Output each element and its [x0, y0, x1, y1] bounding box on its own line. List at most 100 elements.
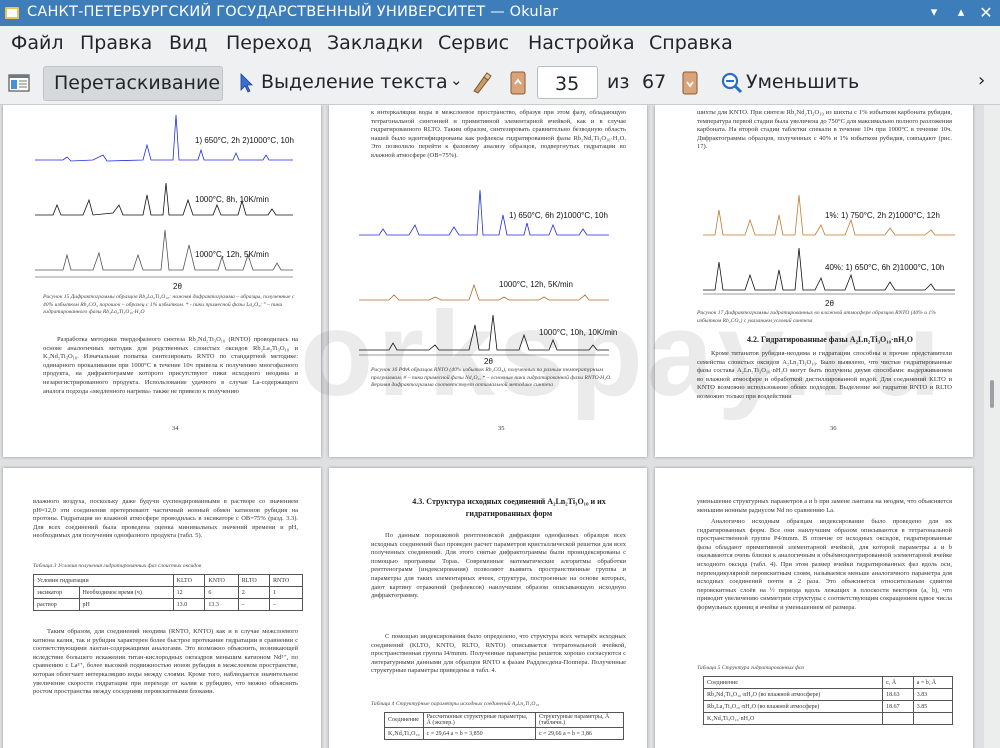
- text-selection-tool-button[interactable]: Выделение текста: [261, 71, 448, 93]
- table-cell: c = 29,64 a = b = 3,850: [422, 727, 536, 740]
- table-row: раствор pH 13.0 13.3 – –: [33, 598, 304, 611]
- body-text-2-38: С помощью индексирования было определено…: [371, 633, 626, 675]
- vertical-scrollbar[interactable]: [984, 105, 1000, 748]
- hydration-conditions-table: Условия гидратации KLTO KNTO RLTO RNTO э…: [33, 574, 304, 611]
- zoom-out-button[interactable]: Уменьшить: [746, 71, 859, 93]
- scrollbar-thumb[interactable]: [990, 380, 994, 408]
- sidebar-toggle-icon[interactable]: [8, 73, 30, 93]
- section-heading-4-3: 4.3. Структура исходных соединений A₂Ln₂…: [412, 497, 606, 518]
- table-cell: 13.0: [172, 598, 206, 611]
- menu-help[interactable]: Справка: [649, 32, 733, 54]
- chevron-down-icon[interactable]: ⌄: [450, 71, 463, 89]
- title-bar: САНКТ-ПЕТЕРБУРГСКИЙ ГОСУДАРСТВЕННЫЙ УНИВ…: [0, 0, 1000, 26]
- table-cell: [882, 712, 914, 725]
- page-38: 4.3. Структура исходных соединений A₂Ln₂…: [329, 468, 647, 748]
- table-header-cell: Соединение: [384, 712, 424, 728]
- table-header-row: Соединение Рассчитанные структурные пара…: [384, 712, 625, 728]
- body-text-37: Таким образом, для соединений неодима (R…: [33, 628, 298, 696]
- table-cell: Rb₂La₂Ti₃O₁₀·nH₂O (во влажной атмосфере): [702, 700, 884, 713]
- table-cell: эксикатор: [33, 586, 80, 599]
- body-text-34: Разработка методики твердофазного синтез…: [43, 336, 298, 395]
- body-text-top-37: влажного воздуха, поскольку даже будучи …: [33, 498, 298, 540]
- main-toolbar: Перетаскивание Выделение текста ⌄ 35 из …: [0, 62, 1000, 105]
- table-cell: 1: [268, 586, 304, 599]
- previous-page-icon[interactable]: [510, 71, 526, 95]
- table-row: Rb₂La₂Ti₃O₁₀·nH₂O (во влажной атмосфере)…: [702, 700, 954, 713]
- table-cell: 18.67: [882, 700, 914, 713]
- document-view[interactable]: 1) 650°C, 2h 2)1000°C, 10h 1000°C, 8h, 1…: [0, 105, 1000, 748]
- watermark: orkspay.ru: [300, 287, 945, 421]
- table-cell: K₂Nd₂Ti₃O₁₀: [384, 727, 424, 740]
- minimize-icon[interactable]: ▾: [924, 3, 944, 23]
- table-header-row: Условия гидратации KLTO KNTO RLTO RNTO: [33, 574, 304, 587]
- page-total-label: 67: [642, 71, 667, 93]
- table-header-row: Соединение c, Å a = b, Å: [702, 676, 954, 689]
- body-text-39: Аналогично исходным образцам индексирова…: [697, 518, 952, 611]
- body-text-top-35: к интеркаляции воды в межслоевое простра…: [371, 109, 626, 159]
- browse-tool-label: Перетаскивание: [54, 72, 221, 94]
- structure-params-table: Соединение Рассчитанные структурные пара…: [384, 712, 625, 740]
- table-row: K₂Nd₂Ti₃O₁₀·nH₂O: [702, 712, 954, 725]
- table-header-cell: RLTO: [237, 574, 270, 587]
- table-header-cell: Структурные параметры, Å (табличн.): [534, 712, 625, 728]
- table-cell: –: [237, 598, 270, 611]
- menu-edit[interactable]: Правка: [80, 32, 152, 54]
- xrd-label-1-34: 1) 650°C, 2h 2)1000°C, 10h: [195, 136, 294, 145]
- table-header-cell: c, Å: [882, 676, 914, 689]
- xrd-label-3-34: 1000°C, 12h, 5K/min: [195, 250, 269, 259]
- menu-file[interactable]: Файл: [11, 32, 64, 54]
- browse-tool-button[interactable]: Перетаскивание: [43, 66, 223, 101]
- xrd-label-1-36: 1%: 1) 750°C, 2h 2)1000°C, 12h: [825, 211, 940, 220]
- table-row: Rb₂Nd₂Ti₃O₁₀·nH₂O (во влажной атмосфере)…: [702, 688, 954, 701]
- menu-view[interactable]: Вид: [169, 32, 208, 54]
- table-caption-37: Таблица 3 Условия получения гидратирован…: [33, 563, 202, 569]
- xrd-label-2-34: 1000°C, 8h, 10K/min: [195, 195, 269, 204]
- zoom-out-icon[interactable]: [721, 72, 743, 94]
- table-cell: pH: [78, 598, 174, 611]
- menu-bookmarks[interactable]: Закладки: [327, 32, 423, 54]
- body-text-top-39: уменьшение структурных параметров a и b …: [697, 498, 952, 514]
- body-text-38: По данным порошковой рентгеновской дифра…: [371, 532, 626, 600]
- page-39: уменьшение структурных параметров a и b …: [655, 468, 973, 748]
- table-header-cell: Условия гидратации: [33, 574, 174, 587]
- menu-go[interactable]: Переход: [226, 32, 312, 54]
- menu-settings[interactable]: Настройка: [528, 32, 635, 54]
- close-icon[interactable]: ✕: [976, 3, 996, 23]
- table-cell: 13.3: [204, 598, 239, 611]
- menu-bar: Файл Правка Вид Переход Закладки Сервис …: [0, 26, 1000, 62]
- table-cell: K₂Nd₂Ti₃O₁₀·nH₂O: [702, 712, 884, 725]
- toolbar-overflow-icon[interactable]: ›: [978, 70, 985, 91]
- xrd-label-2-36: 40%: 1) 650°C, 6h 2)1000°C, 10h: [825, 263, 944, 272]
- page-number-35: 35: [498, 425, 505, 432]
- table-cell: 3.83: [912, 688, 954, 701]
- table-cell: 12: [172, 586, 206, 599]
- table-header-cell: KLTO: [172, 574, 206, 587]
- table-cell: Rb₂Nd₂Ti₃O₁₀·nH₂O (во влажной атмосфере): [702, 688, 884, 701]
- xrd-axis-34: 2θ: [173, 282, 182, 291]
- highlighter-icon[interactable]: [470, 71, 496, 95]
- text-cursor-icon: [240, 73, 253, 93]
- okular-app-icon: [5, 7, 19, 19]
- window-title: САНКТ-ПЕТЕРБУРГСКИЙ ГОСУДАРСТВЕННЫЙ УНИВ…: [27, 4, 559, 20]
- page-number-34: 34: [172, 425, 179, 432]
- page-number-36: 36: [830, 425, 837, 432]
- table-cell: 6: [204, 586, 239, 599]
- table-cell: 18.63: [882, 688, 914, 701]
- page-37: влажного воздуха, поскольку даже будучи …: [3, 468, 321, 748]
- table-header-cell: Рассчитанные структурные параметры, Å (э…: [422, 712, 536, 728]
- next-page-icon[interactable]: [682, 71, 698, 95]
- page-number-value: 35: [555, 73, 580, 95]
- table-cell: 3.85: [912, 700, 954, 713]
- table-cell: –: [268, 598, 304, 611]
- table-header-cell: a = b, Å: [912, 676, 954, 689]
- table-row: K₂Nd₂Ti₃O₁₀ c = 29,64 a = b = 3,850 c = …: [384, 727, 625, 740]
- xrd-plot-page-34: 1) 650°C, 2h 2)1000°C, 10h 1000°C, 8h, 1…: [35, 114, 294, 291]
- table-header-cell: Соединение: [702, 676, 884, 689]
- menu-tools[interactable]: Сервис: [438, 32, 509, 54]
- page-number-input[interactable]: 35: [537, 66, 598, 99]
- maximize-icon[interactable]: ▴: [951, 3, 971, 23]
- page-of-label: из: [607, 71, 630, 93]
- body-text-top-36: шихты для KNTO. При синтезе Rb₂Nd₂Ti₃O₁₀…: [697, 109, 952, 151]
- table-row: эксикатор Необходимое время (ч) 12 6 2 1: [33, 586, 304, 599]
- table-cell: Необходимое время (ч): [78, 586, 174, 599]
